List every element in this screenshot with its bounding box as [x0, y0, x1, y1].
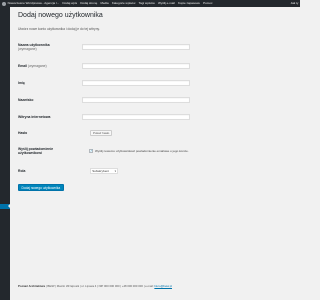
username-required-note: (wymagane): [18, 47, 37, 52]
admin-bar-backups[interactable]: Kopie zapasowe: [176, 0, 201, 7]
email-required-note: (wymagane): [28, 64, 47, 68]
email-input[interactable]: [82, 63, 190, 69]
notify-description: Wyślij nowemu użytkownikowi powiadomieni…: [95, 149, 189, 153]
sidebar-menu-item[interactable]: [0, 42, 10, 47]
admin-bar-site-name[interactable]: Nowoczesne Wordpressa - Agencja I...: [6, 0, 61, 7]
main-content: Dodaj nowego użytkownika Utwórz nowe kon…: [10, 7, 300, 300]
page-intro: Utwórz nowe konto użytkownika i dodaj je…: [18, 27, 100, 31]
email-label: Email (wymagane): [18, 64, 47, 68]
username-label: Nazwa użytkownika (wymagane): [18, 43, 50, 51]
sidebar-menu-item[interactable]: [0, 219, 10, 224]
chevron-down-icon: ▾: [114, 169, 116, 173]
footer-text: Poznań Architektura | BEIW | Marcin Wrzą…: [18, 284, 172, 288]
show-password-button[interactable]: Pokaż hasło: [90, 130, 113, 136]
password-label: Hasło: [18, 131, 28, 135]
sidebar-menu-item[interactable]: [0, 132, 10, 137]
admin-bar-account[interactable]: Jak ty: [289, 0, 300, 7]
admin-bar-new-post[interactable]: Dodaj wpis: [61, 0, 79, 7]
sidebar-menu-item[interactable]: [0, 117, 10, 122]
sidebar-menu-item[interactable]: [0, 249, 10, 254]
page-title: Dodaj nowego użytkownika: [18, 12, 103, 19]
first-name-input[interactable]: [82, 80, 190, 86]
admin-sidebar: [0, 7, 10, 300]
sidebar-menu-item[interactable]: [0, 102, 10, 107]
sidebar-menu-item[interactable]: [0, 27, 10, 32]
admin-bar-post-categories[interactable]: Kategorie wpisów: [110, 0, 137, 7]
username-input[interactable]: [82, 44, 190, 50]
sidebar-menu-item[interactable]: [0, 15, 10, 20]
sidebar-menu-item[interactable]: [0, 87, 10, 92]
admin-bar-help[interactable]: Pomoc: [202, 0, 215, 7]
notify-label: Wyślij powiadomienie użytkownikowi: [18, 147, 54, 156]
role-select[interactable]: Subskrybent ▾: [90, 168, 118, 174]
sidebar-menu-item[interactable]: [0, 234, 10, 239]
last-name-label: Nazwisko: [18, 98, 34, 102]
email-label-text: Email: [18, 64, 28, 68]
sidebar-menu-item[interactable]: [0, 157, 10, 162]
admin-bar-post-tags[interactable]: Tagi wpisów: [137, 0, 156, 7]
website-input[interactable]: [82, 114, 190, 120]
sidebar-item-users[interactable]: [0, 204, 10, 209]
admin-bar-send-email[interactable]: Wyślij e-mail: [156, 0, 176, 7]
role-selected-value: Subskrybent: [92, 169, 109, 173]
footer-company-name: Poznań Architektura: [18, 284, 46, 288]
admin-bar-media[interactable]: Media: [99, 0, 110, 7]
footer-email-link[interactable]: biuro@beiw.pl: [154, 284, 172, 288]
admin-bar-new-page[interactable]: Dodaj stronę: [79, 0, 99, 7]
admin-bar: Nowoczesne Wordpressa - Agencja I... Dod…: [0, 0, 300, 7]
notify-checkbox[interactable]: ✓: [89, 149, 93, 153]
footer-details: | BEIW | Marcin Wrzątrosik | ul. Lipowa …: [45, 284, 154, 288]
role-label: Rola: [18, 169, 26, 173]
website-label: Witryna internetowa: [18, 115, 51, 119]
first-name-label: Imię: [18, 81, 25, 85]
add-user-button[interactable]: Dodaj nowego użytkownika: [18, 184, 64, 191]
sidebar-menu-item[interactable]: [0, 57, 10, 62]
last-name-input[interactable]: [82, 97, 190, 103]
